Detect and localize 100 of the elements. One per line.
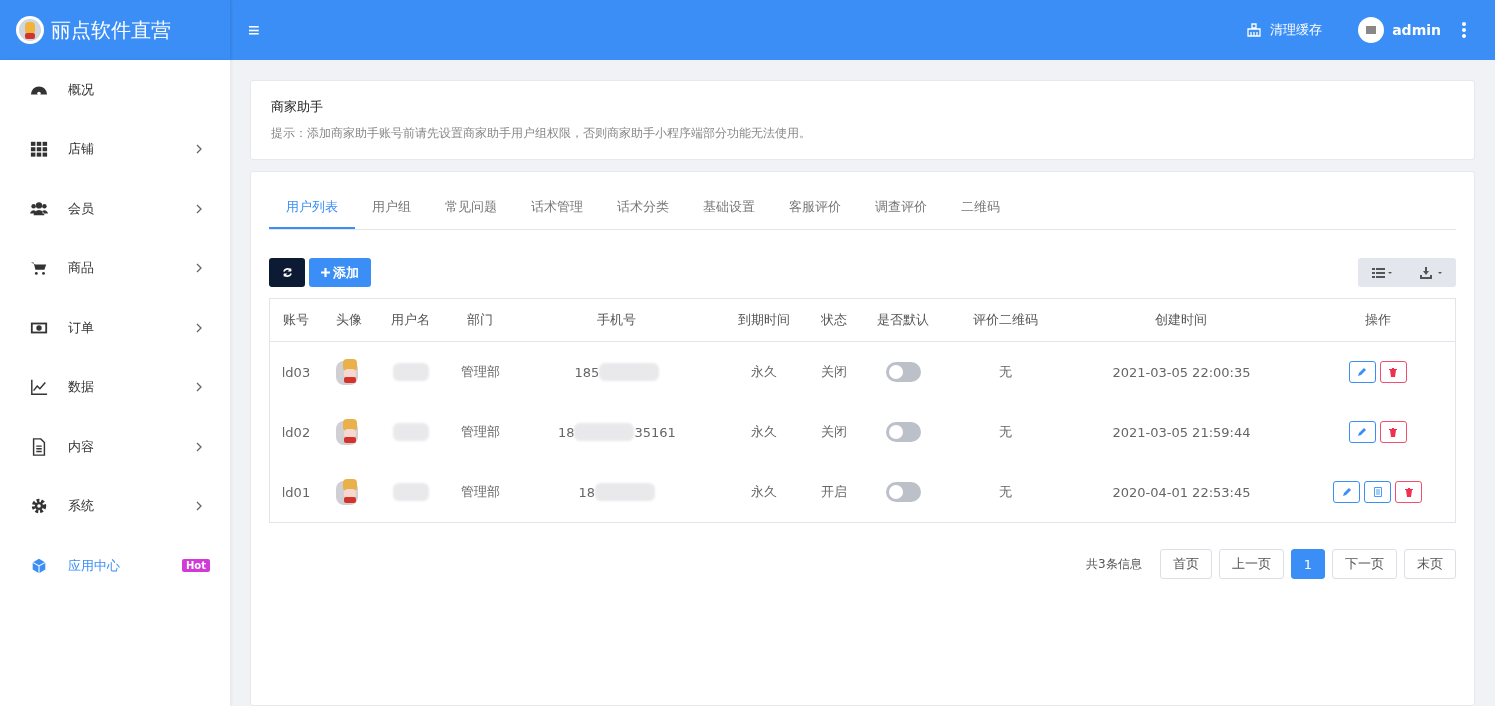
- column-header: 手机号: [515, 298, 719, 342]
- sidebar-label: 系统: [68, 497, 95, 516]
- form-icon: [1372, 487, 1383, 497]
- users-icon: [30, 199, 48, 218]
- brand-title: 丽点软件直营: [51, 16, 171, 44]
- tab[interactable]: 常见问题: [428, 186, 514, 229]
- table-cell: 开启: [810, 462, 858, 523]
- sidebar-item[interactable]: 会员: [0, 179, 230, 239]
- next-page-button[interactable]: 下一页: [1332, 549, 1397, 579]
- default-switch[interactable]: [885, 482, 921, 502]
- sidebar-label: 会员: [68, 199, 95, 218]
- delete-button[interactable]: [1379, 421, 1407, 443]
- table-cell-text: 关闭: [819, 423, 848, 441]
- tab[interactable]: 用户列表: [269, 186, 355, 229]
- plus-icon: [321, 268, 330, 277]
- refresh-icon: [281, 267, 293, 278]
- form-button[interactable]: [1364, 481, 1392, 503]
- notice-hint: 提示：添加商家助手账号前请先设置商家助手用户组权限，否则商家助手小程序端部分功能无法使用。: [271, 125, 812, 142]
- table-cell: 无: [949, 341, 1063, 402]
- column-header: 账号: [269, 298, 322, 342]
- chevron-icon: [196, 382, 202, 393]
- chevron-icon: [196, 501, 202, 512]
- pencil-icon: [1357, 427, 1368, 437]
- total-count: 共3条信息: [1086, 555, 1142, 573]
- table-cell: 关闭: [810, 341, 858, 402]
- hot-badge: Hot: [181, 559, 210, 573]
- sidebar-item[interactable]: 订单: [0, 298, 230, 358]
- list-caret-icon: [1371, 267, 1393, 278]
- page-button[interactable]: 1: [1290, 549, 1325, 579]
- table-cell: ld01: [269, 462, 322, 523]
- sidebar-label: 概况: [68, 80, 95, 99]
- notice-title: 商家助手: [271, 98, 324, 116]
- grid-icon: [30, 140, 48, 159]
- phone-digits: 185: [574, 364, 600, 380]
- avatar-icon: [1358, 17, 1385, 43]
- edit-button[interactable]: [1333, 481, 1361, 503]
- sidebar-label: 内容: [68, 437, 95, 456]
- sidebar-item[interactable]: 系统: [0, 476, 230, 536]
- tab[interactable]: 基础设置: [686, 186, 772, 229]
- sidebar-label: 商品: [68, 259, 95, 278]
- tab[interactable]: 二维码: [944, 186, 1017, 229]
- menu-button[interactable]: ≡: [244, 18, 264, 42]
- last-page-button[interactable]: 末页: [1404, 549, 1456, 579]
- chevron-icon: [196, 441, 202, 452]
- edit-button[interactable]: [1348, 361, 1376, 383]
- sidebar-item[interactable]: 应用中心 Hot: [0, 536, 230, 596]
- clear-cache-button[interactable]: 清理缓存: [1240, 20, 1329, 40]
- tab[interactable]: 话术管理: [514, 186, 600, 229]
- sidebar-label: 应用中心: [68, 556, 121, 575]
- sidebar-item[interactable]: 数据: [0, 357, 230, 417]
- trash-icon: [1388, 367, 1399, 377]
- column-header: 评价二维码: [949, 298, 1063, 342]
- column-header: 状态: [810, 298, 858, 342]
- table-cell-text: 2021-03-05 21:59:44: [1111, 423, 1252, 442]
- table-cell: 管理部: [445, 462, 516, 523]
- table-cell-text: 管理部: [459, 423, 501, 441]
- sidebar-label: 订单: [68, 318, 95, 337]
- column-header: 用户名: [376, 298, 446, 342]
- table-cell: 2021-03-05 22:00:35: [1062, 341, 1301, 402]
- more-icon[interactable]: [1461, 21, 1467, 39]
- delete-button[interactable]: [1395, 481, 1423, 503]
- tab[interactable]: 客服评价: [772, 186, 858, 229]
- sidebar-label: 数据: [68, 378, 95, 397]
- chevron-icon: [196, 144, 202, 155]
- default-switch[interactable]: [885, 362, 921, 382]
- delete-button[interactable]: [1379, 361, 1407, 383]
- column-header: 操作: [1300, 298, 1456, 342]
- prev-page-button[interactable]: 上一页: [1218, 549, 1284, 579]
- phone-digits: 18: [557, 424, 575, 440]
- line-chart-icon: [30, 378, 48, 397]
- column-header: 创建时间: [1062, 298, 1301, 342]
- column-header: 到期时间: [718, 298, 811, 342]
- table-cell: 无: [949, 462, 1063, 523]
- add-button[interactable]: 添加: [309, 258, 371, 287]
- sidebar-label: 店铺: [68, 140, 95, 159]
- sidebar-item[interactable]: 概况: [0, 60, 230, 120]
- refresh-button[interactable]: [269, 258, 305, 287]
- sidebar-item[interactable]: 内容: [0, 417, 230, 477]
- table-cell: 2020-04-01 22:53:45: [1062, 462, 1301, 523]
- trash-icon: [1403, 487, 1414, 497]
- chevron-icon: [196, 203, 202, 214]
- table-cell: 永久: [718, 341, 811, 402]
- tab[interactable]: 话术分类: [600, 186, 686, 229]
- trash-icon: [1388, 427, 1399, 437]
- phone-digits: 35161: [634, 424, 676, 440]
- first-page-button[interactable]: 首页: [1159, 549, 1212, 579]
- edit-button[interactable]: [1348, 421, 1376, 443]
- user-menu-button[interactable]: admin: [1352, 16, 1447, 44]
- broom-icon: [1246, 22, 1263, 38]
- default-switch[interactable]: [885, 422, 921, 442]
- gear-icon: [30, 497, 48, 516]
- tab[interactable]: 调查评价: [858, 186, 944, 229]
- pencil-icon: [1357, 367, 1368, 377]
- logo-icon: [15, 15, 45, 45]
- table-cell-text: 永久: [750, 423, 779, 441]
- column-header: 头像: [321, 298, 377, 342]
- sidebar-item[interactable]: 商品: [0, 238, 230, 298]
- sidebar-item[interactable]: 店铺: [0, 119, 230, 179]
- tab[interactable]: 用户组: [355, 186, 428, 229]
- table-cell: ld03: [269, 341, 322, 402]
